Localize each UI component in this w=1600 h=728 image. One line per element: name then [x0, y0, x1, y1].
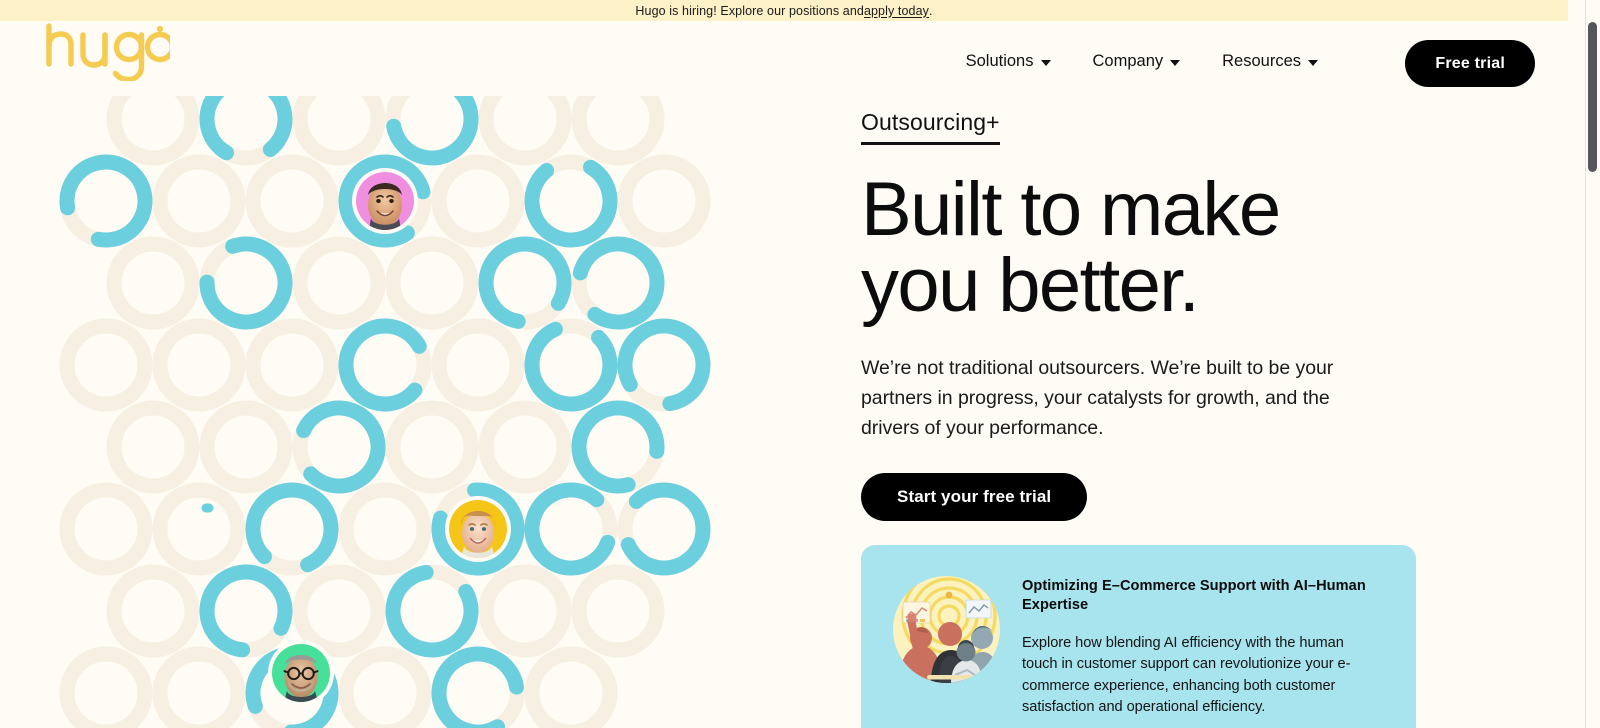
- chevron-down-icon: [1170, 59, 1181, 66]
- headline-line-2: you better.: [861, 242, 1200, 328]
- banner-text: Hugo is hiring! Explore our positions an…: [635, 3, 864, 18]
- banner-text-suffix: .: [929, 3, 933, 18]
- resource-card-description: Explore how blending AI efficiency with …: [1022, 634, 1351, 716]
- scrollbar-thumb[interactable]: [1588, 22, 1597, 172]
- logo-dot: [156, 25, 164, 33]
- main-navigation: Solutions Company Resources: [966, 21, 1318, 101]
- hero-content: Outsourcing+ Built to make you better. W…: [861, 109, 1461, 521]
- avatar-person-2: [445, 496, 511, 562]
- hero-eyebrow: Outsourcing+: [861, 109, 1000, 146]
- nav-label-company: Company: [1092, 51, 1164, 70]
- hugo-logo[interactable]: [45, 19, 176, 83]
- site-header: Solutions Company Resources Free trial: [0, 21, 1568, 101]
- nav-label-solutions: Solutions: [965, 51, 1034, 70]
- hero-circle-grid: [0, 96, 800, 728]
- nav-label-resources: Resources: [1222, 51, 1301, 70]
- page-root: Hugo is hiring! Explore our positions an…: [0, 0, 1600, 728]
- circle-grid-svg: [59, 96, 711, 728]
- nav-item-company[interactable]: Company: [1093, 52, 1181, 71]
- banner-apply-link[interactable]: apply today: [864, 4, 929, 18]
- free-trial-button[interactable]: Free trial: [1405, 40, 1535, 87]
- nav-item-solutions[interactable]: Solutions: [966, 52, 1051, 71]
- announcement-banner: Hugo is hiring! Explore our positions an…: [0, 0, 1568, 21]
- hero-subhead: We’re not traditional outsourcers. We’re…: [861, 356, 1334, 439]
- chevron-down-icon: [1040, 59, 1051, 66]
- team-illustration-icon: [893, 576, 1000, 683]
- resource-card-title: Optimizing E–Commerce Support with AI–Hu…: [1022, 578, 1366, 614]
- page-scrollbar[interactable]: [1585, 0, 1600, 728]
- resource-card-thumbnail: [893, 576, 1000, 683]
- avatar-person-3: [268, 640, 334, 706]
- page-title: Built to make you better.: [861, 172, 1461, 328]
- avatar-person-1: [352, 168, 418, 234]
- chevron-down-icon: [1308, 59, 1318, 66]
- nav-item-resources[interactable]: Resources: [1222, 52, 1318, 71]
- resource-card[interactable]: Optimizing E–Commerce Support with AI–Hu…: [861, 545, 1416, 728]
- headline-line-1: Built to make: [861, 167, 1281, 253]
- start-free-trial-button[interactable]: Start your free trial: [861, 472, 1088, 521]
- resource-card-body: Optimizing E–Commerce Support with AI–Hu…: [1022, 576, 1382, 719]
- hugo-logo-icon: [46, 23, 176, 83]
